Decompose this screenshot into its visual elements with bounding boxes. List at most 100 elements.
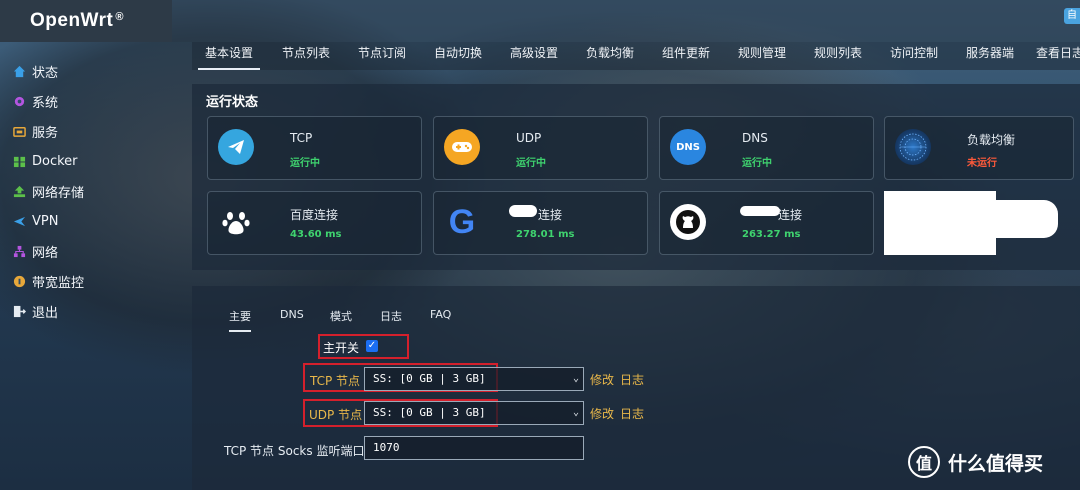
sidebar-item-docker[interactable]: Docker xyxy=(0,146,190,176)
github-icon xyxy=(670,204,706,240)
tcp-log-link[interactable]: 日志 xyxy=(620,371,644,388)
sidebar-item-status[interactable]: 状态 xyxy=(0,56,190,86)
card-name: UDP xyxy=(516,131,542,145)
main-tab-bar: 基本设置 节点列表 节点订阅 自动切换 高级设置 负载均衡 组件更新 规则管理 … xyxy=(192,42,1080,70)
tab-mode[interactable]: 模式 xyxy=(330,308,352,324)
brand-text: OpenWrt xyxy=(30,10,114,31)
globe-icon xyxy=(895,129,931,165)
sidebar-item-storage[interactable]: 网络存储 xyxy=(0,176,190,206)
socks-port-label: TCP 节点 Socks 监听端口 xyxy=(224,444,365,458)
tab-component-update[interactable]: 组件更新 xyxy=(656,42,716,70)
redaction-mask xyxy=(990,200,1058,238)
telegram-icon xyxy=(218,129,254,165)
sidebar-item-label: VPN xyxy=(32,213,59,229)
tab-server[interactable]: 服务器端 xyxy=(960,42,1020,70)
card-status: 278.01 ms xyxy=(516,229,575,240)
chevron-down-icon: ⌄ xyxy=(572,373,579,384)
sidebar-item-network[interactable]: 网络 xyxy=(0,236,190,266)
tcp-edit-link[interactable]: 修改 xyxy=(590,371,614,388)
watermark-icon: 值 xyxy=(908,446,940,478)
chevron-down-icon: ⌄ xyxy=(572,407,579,418)
tab-node-subscribe[interactable]: 节点订阅 xyxy=(352,42,412,70)
card-name: DNS xyxy=(742,131,768,145)
sidebar-item-label: 网络 xyxy=(32,245,59,261)
watermark-logo: 值 什么值得买 xyxy=(908,446,1043,478)
card-name: 百度连接 xyxy=(290,208,339,222)
network-icon xyxy=(12,244,26,258)
main-switch-label: 主开关 xyxy=(323,341,360,355)
sidebar-item-label: Docker xyxy=(32,153,78,169)
brand-registered-mark: ® xyxy=(115,11,124,23)
tcp-node-label: TCP 节点 xyxy=(310,374,361,388)
dns-icon: DNS xyxy=(670,129,706,165)
sidebar-item-label: 系统 xyxy=(32,95,59,111)
tab-view-log[interactable]: 查看日志 xyxy=(1036,42,1080,70)
redaction-mask xyxy=(740,206,780,216)
sidebar-item-logout[interactable]: 退出 xyxy=(0,296,190,326)
storage-icon xyxy=(12,184,26,198)
tab-basic-settings[interactable]: 基本设置 xyxy=(198,42,260,70)
card-status: 263.27 ms xyxy=(742,229,801,240)
main-switch-checkbox[interactable]: ✓ xyxy=(366,340,378,352)
tab-node-list[interactable]: 节点列表 xyxy=(276,42,336,70)
sidebar-item-label: 退出 xyxy=(32,305,59,321)
corner-badge[interactable]: 自 xyxy=(1064,8,1080,24)
sidebar-item-services[interactable]: 服务 xyxy=(0,116,190,146)
redaction-mask xyxy=(884,191,996,255)
sidebar-item-system[interactable]: 系统 xyxy=(0,86,190,116)
redaction-mask xyxy=(509,205,537,217)
status-card-load-balance: 负载均衡 未运行 xyxy=(884,116,1074,180)
udp-node-value: SS: [0 GB | 3 GB] xyxy=(373,406,486,419)
status-card-github: 连接 263.27 ms xyxy=(659,191,874,255)
tab-rule-manage[interactable]: 规则管理 xyxy=(732,42,792,70)
socks-port-input[interactable]: 1070 xyxy=(364,436,584,460)
gear-icon xyxy=(12,94,26,108)
status-card-udp: UDP 运行中 xyxy=(433,116,648,180)
card-name: 连接 xyxy=(778,208,803,222)
card-status: 运行中 xyxy=(290,158,320,169)
status-card-dns: DNS DNS 运行中 xyxy=(659,116,874,180)
tab-dns[interactable]: DNS xyxy=(280,308,304,321)
status-card-google: G 连接 278.01 ms xyxy=(433,191,648,255)
card-status: 未运行 xyxy=(967,158,997,169)
status-card-tcp: TCP 运行中 xyxy=(207,116,422,180)
google-icon: G xyxy=(448,202,476,241)
udp-edit-link[interactable]: 修改 xyxy=(590,405,614,422)
tab-advanced[interactable]: 高级设置 xyxy=(504,42,564,70)
card-status: 运行中 xyxy=(742,158,772,169)
sidebar-item-vpn[interactable]: VPN xyxy=(0,206,190,236)
sidebar-item-label: 服务 xyxy=(32,125,59,141)
tab-log[interactable]: 日志 xyxy=(380,308,402,324)
sidebar-item-label: 带宽监控 xyxy=(32,275,85,291)
status-panel-title: 运行状态 xyxy=(206,95,259,110)
docker-icon xyxy=(12,154,26,168)
tab-main[interactable]: 主要 xyxy=(229,308,251,332)
sidebar-item-label: 网络存储 xyxy=(32,185,85,201)
tcp-node-value: SS: [0 GB | 3 GB] xyxy=(373,372,486,385)
tab-load-balance[interactable]: 负载均衡 xyxy=(580,42,640,70)
bandwidth-icon xyxy=(12,274,26,288)
tcp-node-select[interactable]: SS: [0 GB | 3 GB] ⌄ xyxy=(364,367,584,391)
udp-log-link[interactable]: 日志 xyxy=(620,405,644,422)
tab-access-control[interactable]: 访问控制 xyxy=(884,42,944,70)
services-icon xyxy=(12,124,26,138)
brand-logo[interactable]: OpenWrt ® xyxy=(0,0,172,42)
status-card-baidu: 百度连接 43.60 ms xyxy=(207,191,422,255)
watermark-text: 什么值得买 xyxy=(948,452,1044,475)
gamepad-icon xyxy=(444,129,480,165)
udp-node-label: UDP 节点 xyxy=(309,408,363,422)
card-name: TCP xyxy=(290,131,313,145)
udp-node-select[interactable]: SS: [0 GB | 3 GB] ⌄ xyxy=(364,401,584,425)
sidebar: 状态 系统 服务 Docker 网络存储 VPN 网络 带宽监控 退出 xyxy=(0,42,190,490)
vpn-icon xyxy=(12,214,26,228)
home-icon xyxy=(12,64,26,78)
tab-faq[interactable]: FAQ xyxy=(430,308,451,321)
baidu-paw-icon xyxy=(218,204,254,240)
card-status: 运行中 xyxy=(516,158,546,169)
logout-icon xyxy=(12,304,26,318)
sidebar-item-bandwidth[interactable]: 带宽监控 xyxy=(0,266,190,296)
tab-auto-switch[interactable]: 自动切换 xyxy=(428,42,488,70)
sidebar-item-label: 状态 xyxy=(32,65,59,81)
tab-rule-list[interactable]: 规则列表 xyxy=(808,42,868,70)
card-status: 43.60 ms xyxy=(290,229,342,240)
